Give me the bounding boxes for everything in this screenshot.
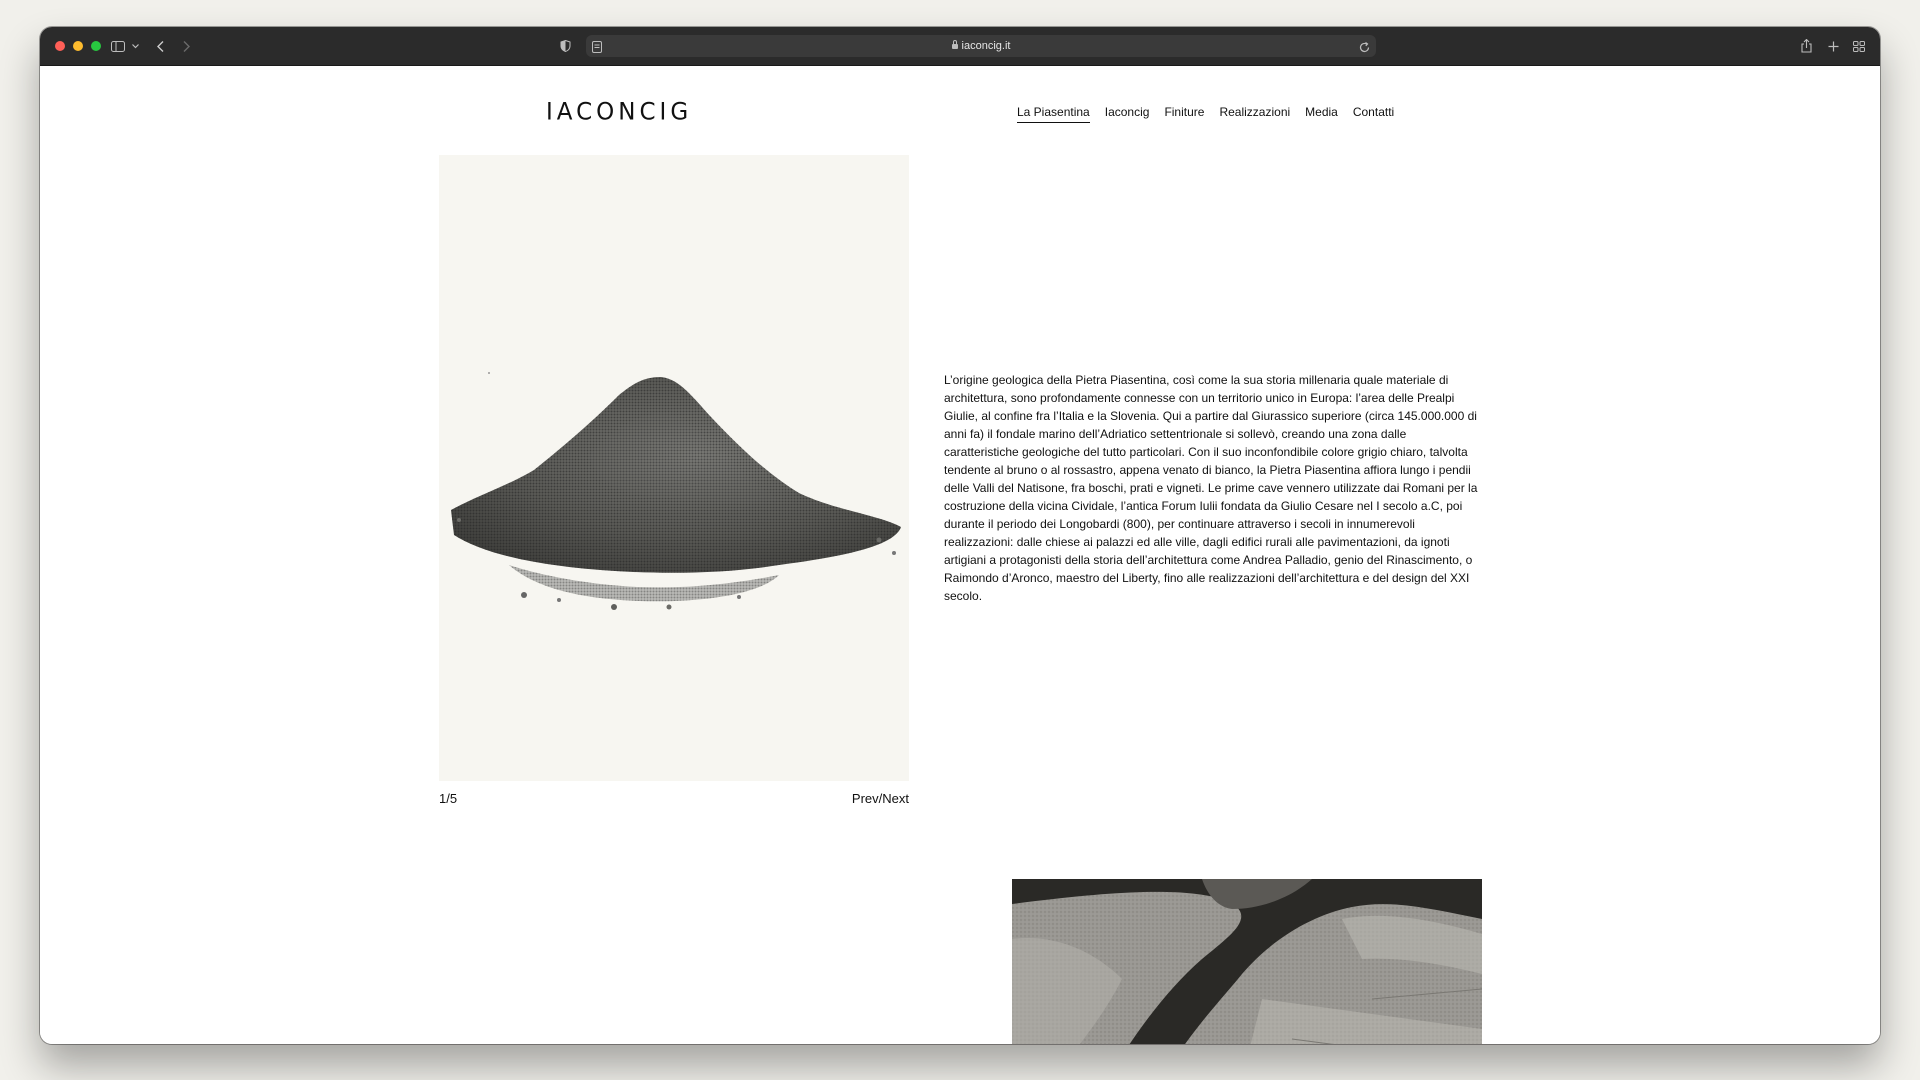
sidebar-icon[interactable]	[110, 37, 126, 55]
main-nav: La Piasentina Iaconcig Finiture Realizza…	[1017, 104, 1394, 123]
url-text: iaconcig.it	[586, 39, 1376, 53]
page-content: IACONCIG La Piasentina Iaconcig Finiture…	[40, 66, 1880, 1044]
gallery-nav: Prev/Next	[835, 791, 909, 806]
back-icon[interactable]	[154, 37, 166, 55]
stone-quarry-image[interactable]	[1012, 879, 1482, 1044]
new-tab-icon[interactable]	[1826, 37, 1840, 55]
nav-finiture[interactable]: Finiture	[1164, 104, 1204, 123]
browser-toolbar: iaconcig.it	[40, 27, 1880, 66]
site-logo[interactable]: IACONCIG	[546, 98, 692, 125]
gallery-image-stone-pile[interactable]	[439, 155, 909, 781]
browser-window: iaconcig.it IACONCIG La Piasentina Iacon…	[40, 27, 1880, 1044]
minimize-window-button[interactable]	[73, 41, 83, 51]
nav-iaconcig[interactable]: Iaconcig	[1105, 104, 1150, 123]
url-label: iaconcig.it	[961, 40, 1011, 52]
nav-realizzazioni[interactable]: Realizzazioni	[1219, 104, 1290, 123]
nav-la-piasentina[interactable]: La Piasentina	[1017, 104, 1090, 123]
prev-button[interactable]: Prev	[852, 791, 879, 806]
lock-icon	[951, 40, 958, 49]
nav-contatti[interactable]: Contatti	[1353, 104, 1394, 123]
nav-media[interactable]: Media	[1305, 104, 1338, 123]
close-window-button[interactable]	[55, 41, 65, 51]
gallery-counter: 1/5	[439, 791, 458, 806]
privacy-shield-icon[interactable]	[558, 37, 572, 55]
share-icon[interactable]	[1799, 37, 1813, 55]
next-button[interactable]: Next	[882, 791, 909, 806]
address-bar[interactable]: iaconcig.it	[586, 35, 1376, 57]
window-controls	[55, 41, 101, 51]
tab-overview-icon[interactable]	[1852, 37, 1866, 55]
chevron-down-icon[interactable]	[130, 37, 140, 55]
reload-icon[interactable]	[1359, 40, 1370, 58]
forward-icon[interactable]	[180, 37, 192, 55]
maximize-window-button[interactable]	[91, 41, 101, 51]
intro-paragraph: L’origine geologica della Pietra Piasent…	[944, 373, 1478, 603]
